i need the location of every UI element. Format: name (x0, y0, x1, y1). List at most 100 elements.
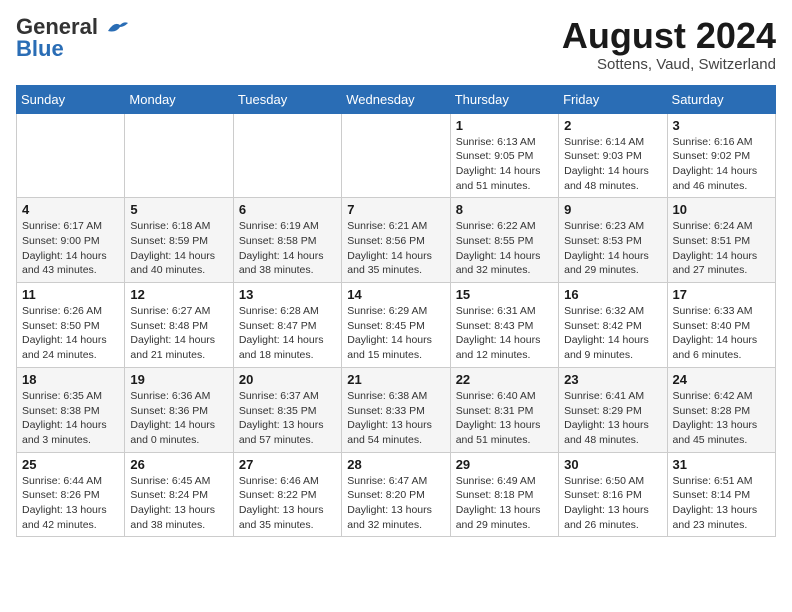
day-number: 24 (673, 372, 770, 387)
day-number: 17 (673, 287, 770, 302)
day-info: Sunrise: 6:18 AM Sunset: 8:59 PM Dayligh… (130, 219, 227, 278)
calendar-day-cell: 30Sunrise: 6:50 AM Sunset: 8:16 PM Dayli… (559, 452, 667, 537)
day-number: 14 (347, 287, 444, 302)
day-number: 15 (456, 287, 553, 302)
calendar-day-cell: 2 Sunrise: 6:14 AM Sunset: 9:03 PM Daylig… (559, 113, 667, 198)
calendar-day-cell: 20 Sunrise: 6:37 AM Sunset: 8:35 PM Dayli… (233, 367, 341, 452)
calendar-table: Sunday Monday Tuesday Wednesday Thursday… (16, 85, 776, 538)
calendar-header-row: Sunday Monday Tuesday Wednesday Thursday… (17, 85, 776, 113)
day-number: 2 (564, 118, 661, 133)
day-number: 19 (130, 372, 227, 387)
logo-blue: Blue (16, 38, 64, 60)
calendar-day-cell (17, 113, 125, 198)
calendar-day-cell (125, 113, 233, 198)
calendar-day-cell: 22 Sunrise: 6:40 AM Sunset: 8:31 PM Dayli… (450, 367, 558, 452)
day-number: 21 (347, 372, 444, 387)
calendar-day-cell: 23 Sunrise: 6:41 AM Sunset: 8:29 PM Dayli… (559, 367, 667, 452)
day-number: 5 (130, 202, 227, 217)
day-info: Sunrise: 6:31 AM Sunset: 8:43 PM Dayligh… (456, 304, 553, 363)
calendar-day-cell: 21 Sunrise: 6:38 AM Sunset: 8:33 PM Dayli… (342, 367, 450, 452)
day-number: 9 (564, 202, 661, 217)
calendar-day-cell: 25Sunrise: 6:44 AM Sunset: 8:26 PM Dayli… (17, 452, 125, 537)
calendar-week-row: 4Sunrise: 6:17 AM Sunset: 9:00 PM Daylig… (17, 198, 776, 283)
calendar-day-cell: 3Sunrise: 6:16 AM Sunset: 9:02 PM Daylig… (667, 113, 775, 198)
calendar-day-cell: 12Sunrise: 6:27 AM Sunset: 8:48 PM Dayli… (125, 283, 233, 368)
day-number: 6 (239, 202, 336, 217)
day-number: 12 (130, 287, 227, 302)
day-info: Sunrise: 6:19 AM Sunset: 8:58 PM Dayligh… (239, 219, 336, 278)
calendar-day-cell: 31 Sunrise: 6:51 AM Sunset: 8:14 PM Dayli… (667, 452, 775, 537)
day-info: Sunrise: 6:21 AM Sunset: 8:56 PM Dayligh… (347, 219, 444, 278)
day-info: Sunrise: 6:17 AM Sunset: 9:00 PM Dayligh… (22, 219, 119, 278)
day-info: Sunrise: 6:49 AM Sunset: 8:18 PM Dayligh… (456, 474, 553, 533)
col-thursday: Thursday (450, 85, 558, 113)
col-sunday: Sunday (17, 85, 125, 113)
day-number: 25 (22, 457, 119, 472)
calendar-day-cell: 8 Sunrise: 6:22 AM Sunset: 8:55 PM Daylig… (450, 198, 558, 283)
col-saturday: Saturday (667, 85, 775, 113)
day-info: Sunrise: 6:45 AM Sunset: 8:24 PM Dayligh… (130, 474, 227, 533)
day-number: 27 (239, 457, 336, 472)
day-number: 26 (130, 457, 227, 472)
calendar-week-row: 18Sunrise: 6:35 AM Sunset: 8:38 PM Dayli… (17, 367, 776, 452)
day-info: Sunrise: 6:33 AM Sunset: 8:40 PM Dayligh… (673, 304, 770, 363)
calendar-week-row: 25Sunrise: 6:44 AM Sunset: 8:26 PM Dayli… (17, 452, 776, 537)
calendar-day-cell: 13Sunrise: 6:28 AM Sunset: 8:47 PM Dayli… (233, 283, 341, 368)
day-info: Sunrise: 6:51 AM Sunset: 8:14 PM Dayligh… (673, 474, 770, 533)
calendar-day-cell: 11Sunrise: 6:26 AM Sunset: 8:50 PM Dayli… (17, 283, 125, 368)
day-number: 23 (564, 372, 661, 387)
day-number: 10 (673, 202, 770, 217)
calendar-day-cell: 16 Sunrise: 6:32 AM Sunset: 8:42 PM Dayli… (559, 283, 667, 368)
calendar-day-cell: 5 Sunrise: 6:18 AM Sunset: 8:59 PM Daylig… (125, 198, 233, 283)
day-number: 16 (564, 287, 661, 302)
title-area: August 2024 Sottens, Vaud, Switzerland (562, 16, 776, 73)
day-info: Sunrise: 6:40 AM Sunset: 8:31 PM Dayligh… (456, 389, 553, 448)
day-number: 7 (347, 202, 444, 217)
col-tuesday: Tuesday (233, 85, 341, 113)
calendar-day-cell: 6 Sunrise: 6:19 AM Sunset: 8:58 PM Daylig… (233, 198, 341, 283)
day-number: 28 (347, 457, 444, 472)
day-info: Sunrise: 6:29 AM Sunset: 8:45 PM Dayligh… (347, 304, 444, 363)
day-info: Sunrise: 6:24 AM Sunset: 8:51 PM Dayligh… (673, 219, 770, 278)
calendar-day-cell: 29 Sunrise: 6:49 AM Sunset: 8:18 PM Dayli… (450, 452, 558, 537)
location-subtitle: Sottens, Vaud, Switzerland (562, 56, 776, 73)
calendar-day-cell: 24Sunrise: 6:42 AM Sunset: 8:28 PM Dayli… (667, 367, 775, 452)
col-monday: Monday (125, 85, 233, 113)
day-info: Sunrise: 6:46 AM Sunset: 8:22 PM Dayligh… (239, 474, 336, 533)
month-year-title: August 2024 (562, 16, 776, 56)
day-info: Sunrise: 6:23 AM Sunset: 8:53 PM Dayligh… (564, 219, 661, 278)
calendar-day-cell: 19 Sunrise: 6:36 AM Sunset: 8:36 PM Dayli… (125, 367, 233, 452)
day-number: 22 (456, 372, 553, 387)
calendar-day-cell: 4Sunrise: 6:17 AM Sunset: 9:00 PM Daylig… (17, 198, 125, 283)
day-number: 3 (673, 118, 770, 133)
day-info: Sunrise: 6:38 AM Sunset: 8:33 PM Dayligh… (347, 389, 444, 448)
logo: General Blue (16, 16, 128, 60)
calendar-day-cell (233, 113, 341, 198)
calendar-day-cell: 14 Sunrise: 6:29 AM Sunset: 8:45 PM Dayli… (342, 283, 450, 368)
day-number: 30 (564, 457, 661, 472)
day-number: 31 (673, 457, 770, 472)
calendar-day-cell: 18Sunrise: 6:35 AM Sunset: 8:38 PM Dayli… (17, 367, 125, 452)
day-info: Sunrise: 6:41 AM Sunset: 8:29 PM Dayligh… (564, 389, 661, 448)
calendar-day-cell: 1Sunrise: 6:13 AM Sunset: 9:05 PM Daylig… (450, 113, 558, 198)
calendar-week-row: 11Sunrise: 6:26 AM Sunset: 8:50 PM Dayli… (17, 283, 776, 368)
calendar-day-cell: 26 Sunrise: 6:45 AM Sunset: 8:24 PM Dayli… (125, 452, 233, 537)
day-info: Sunrise: 6:22 AM Sunset: 8:55 PM Dayligh… (456, 219, 553, 278)
col-friday: Friday (559, 85, 667, 113)
calendar-week-row: 1Sunrise: 6:13 AM Sunset: 9:05 PM Daylig… (17, 113, 776, 198)
day-number: 20 (239, 372, 336, 387)
day-info: Sunrise: 6:32 AM Sunset: 8:42 PM Dayligh… (564, 304, 661, 363)
calendar-day-cell: 27 Sunrise: 6:46 AM Sunset: 8:22 PM Dayli… (233, 452, 341, 537)
day-number: 8 (456, 202, 553, 217)
day-number: 29 (456, 457, 553, 472)
day-info: Sunrise: 6:14 AM Sunset: 9:03 PM Dayligh… (564, 135, 661, 194)
page-header: General Blue August 2024 Sottens, Vaud, … (16, 16, 776, 73)
day-info: Sunrise: 6:35 AM Sunset: 8:38 PM Dayligh… (22, 389, 119, 448)
calendar-day-cell: 10 Sunrise: 6:24 AM Sunset: 8:51 PM Dayli… (667, 198, 775, 283)
day-info: Sunrise: 6:37 AM Sunset: 8:35 PM Dayligh… (239, 389, 336, 448)
calendar-day-cell: 9 Sunrise: 6:23 AM Sunset: 8:53 PM Daylig… (559, 198, 667, 283)
day-info: Sunrise: 6:36 AM Sunset: 8:36 PM Dayligh… (130, 389, 227, 448)
day-info: Sunrise: 6:28 AM Sunset: 8:47 PM Dayligh… (239, 304, 336, 363)
day-number: 1 (456, 118, 553, 133)
calendar-day-cell (342, 113, 450, 198)
